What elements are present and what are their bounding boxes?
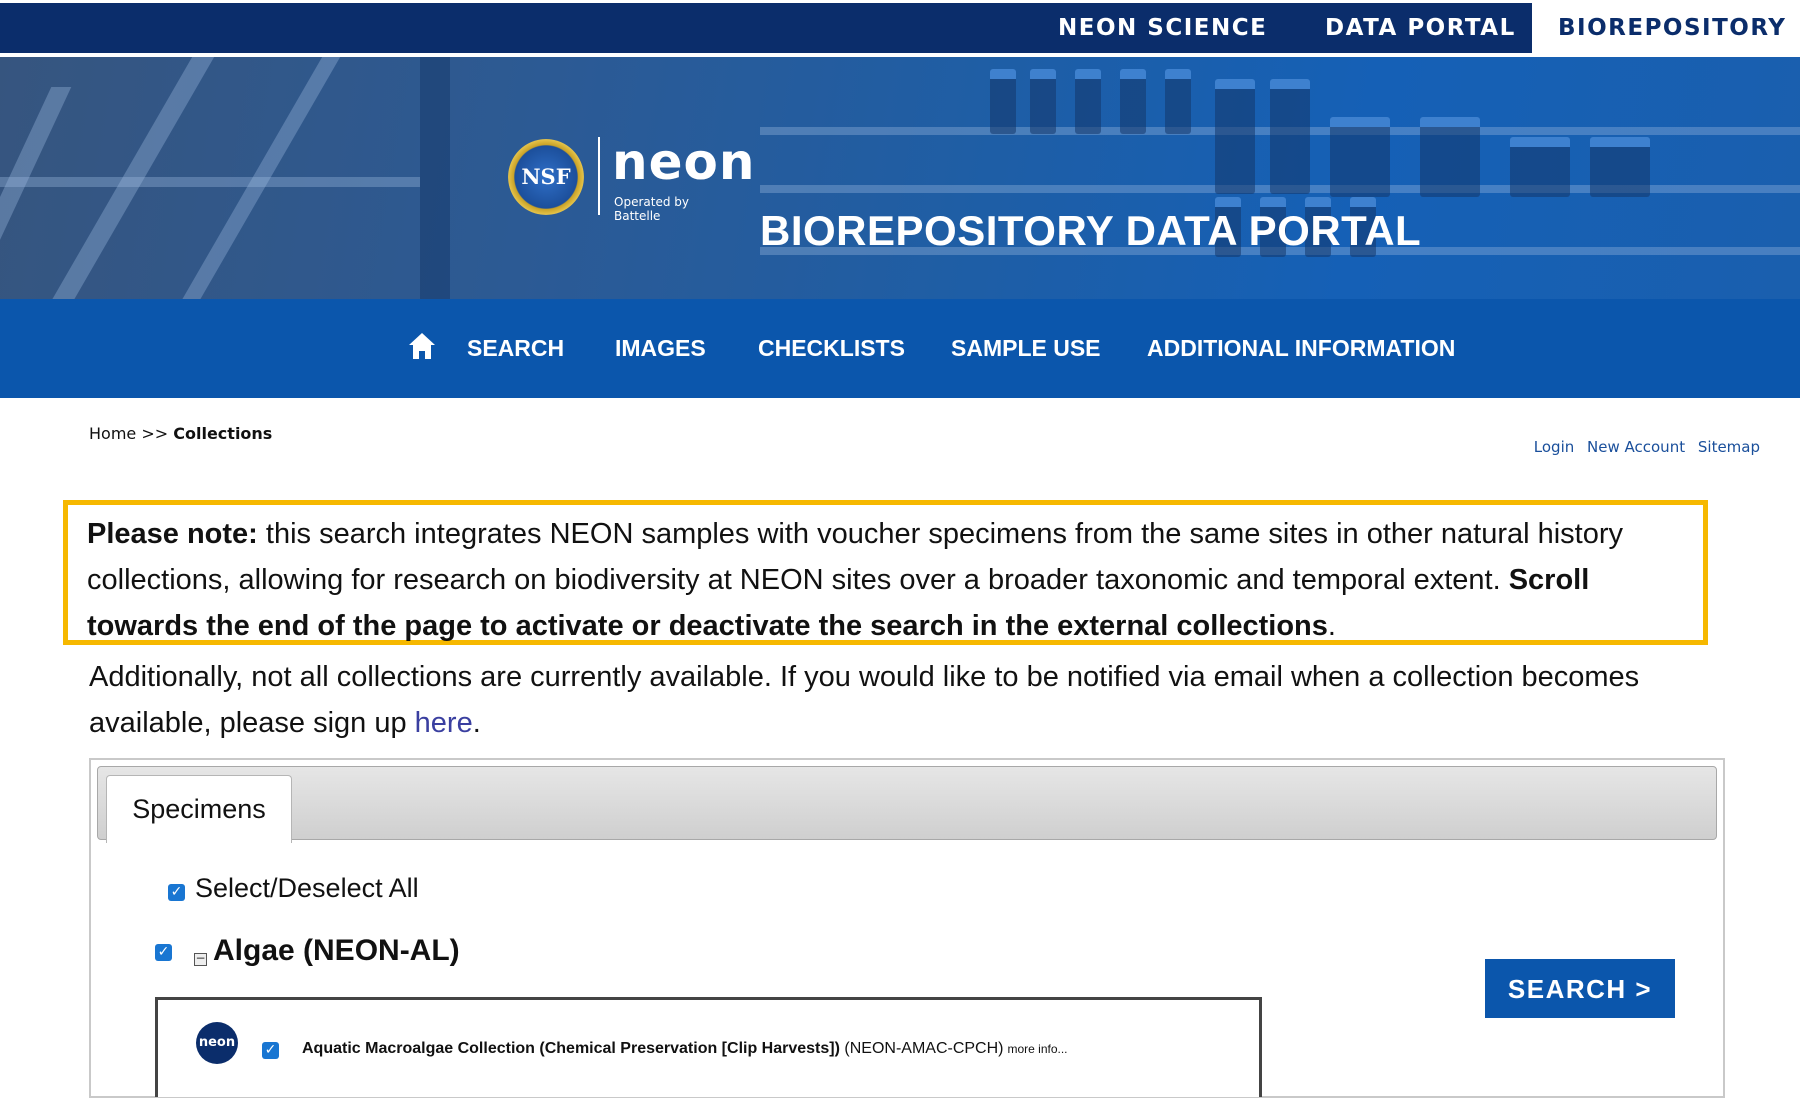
- tab-specimens[interactable]: Specimens: [106, 775, 292, 843]
- collapse-toggle-icon[interactable]: −: [194, 952, 207, 966]
- collection-checkbox[interactable]: ✓: [262, 1042, 279, 1059]
- algae-group-label: Algae (NEON-AL): [213, 934, 460, 967]
- algae-group-checkbox[interactable]: ✓: [155, 944, 172, 961]
- neon-collection-logo: neon: [196, 1022, 238, 1064]
- logo-divider: [598, 137, 600, 215]
- neon-logo[interactable]: NSF neon Operated by Battelle: [508, 133, 754, 237]
- portal-title: BIOREPOSITORY DATA PORTAL: [760, 207, 1422, 254]
- login-link[interactable]: Login: [1534, 438, 1574, 456]
- collection-name: Aquatic Macroalgae Collection (Chemical …: [302, 1040, 840, 1057]
- nav-search[interactable]: SEARCH: [467, 299, 564, 398]
- search-button[interactable]: SEARCH >: [1485, 959, 1675, 1018]
- breadcrumb-separator: >>: [141, 424, 169, 443]
- breadcrumb-home[interactable]: Home: [89, 424, 136, 443]
- collection-item: Aquatic Macroalgae Collection (Chemical …: [302, 1040, 1068, 1058]
- topbar-link-biorepository[interactable]: BIOREPOSITORY: [1532, 3, 1800, 53]
- sitemap-link[interactable]: Sitemap: [1698, 438, 1760, 456]
- note-end: .: [1327, 610, 1336, 642]
- new-account-link[interactable]: New Account: [1587, 438, 1685, 456]
- nsf-seal-logo: NSF: [508, 139, 584, 215]
- main-nav: SEARCH IMAGES CHECKLISTS SAMPLE USE ADDI…: [0, 299, 1800, 398]
- home-icon[interactable]: [408, 331, 436, 361]
- select-all-checkbox[interactable]: ✓: [168, 884, 185, 901]
- note-body: this search integrates NEON samples with…: [87, 518, 1624, 596]
- tab-strip: Specimens: [97, 766, 1717, 843]
- availability-end: .: [472, 707, 481, 739]
- neon-wordmark: neon: [612, 133, 756, 191]
- breadcrumb: Home >> Collections: [89, 424, 272, 443]
- collection-more-info-link[interactable]: more info...: [1007, 1042, 1067, 1056]
- hero-banner: NSF neon Operated by Battelle BIOREPOSIT…: [0, 57, 1800, 299]
- availability-text: Additionally, not all collections are cu…: [89, 661, 1640, 739]
- collection-list: neon ✓ Aquatic Macroalgae Collection (Ch…: [155, 997, 1262, 1097]
- availability-note: Additionally, not all collections are cu…: [89, 654, 1749, 746]
- signup-here-link[interactable]: here: [415, 707, 473, 739]
- nav-additional-information[interactable]: ADDITIONAL INFORMATION: [1147, 299, 1455, 398]
- select-all-label: Select/Deselect All: [195, 873, 419, 903]
- nav-sample-use[interactable]: SAMPLE USE: [951, 299, 1101, 398]
- utility-links: Login New Account Sitemap: [1526, 438, 1760, 456]
- search-note-callout: Please note: this search integrates NEON…: [63, 500, 1708, 645]
- topbar-link-neon-science[interactable]: NEON SCIENCE: [1058, 3, 1267, 53]
- nav-images[interactable]: IMAGES: [615, 299, 706, 398]
- note-lead: Please note:: [87, 518, 258, 550]
- nav-checklists[interactable]: CHECKLISTS: [758, 299, 905, 398]
- topbar-link-data-portal[interactable]: DATA PORTAL: [1325, 3, 1516, 53]
- top-bar: NEON SCIENCE DATA PORTAL BIOREPOSITORY: [0, 3, 1800, 57]
- breadcrumb-current: Collections: [173, 424, 273, 443]
- collection-code: (NEON-AMAC-CPCH): [839, 1040, 1004, 1057]
- neon-operated-by: Operated by Battelle: [614, 195, 689, 223]
